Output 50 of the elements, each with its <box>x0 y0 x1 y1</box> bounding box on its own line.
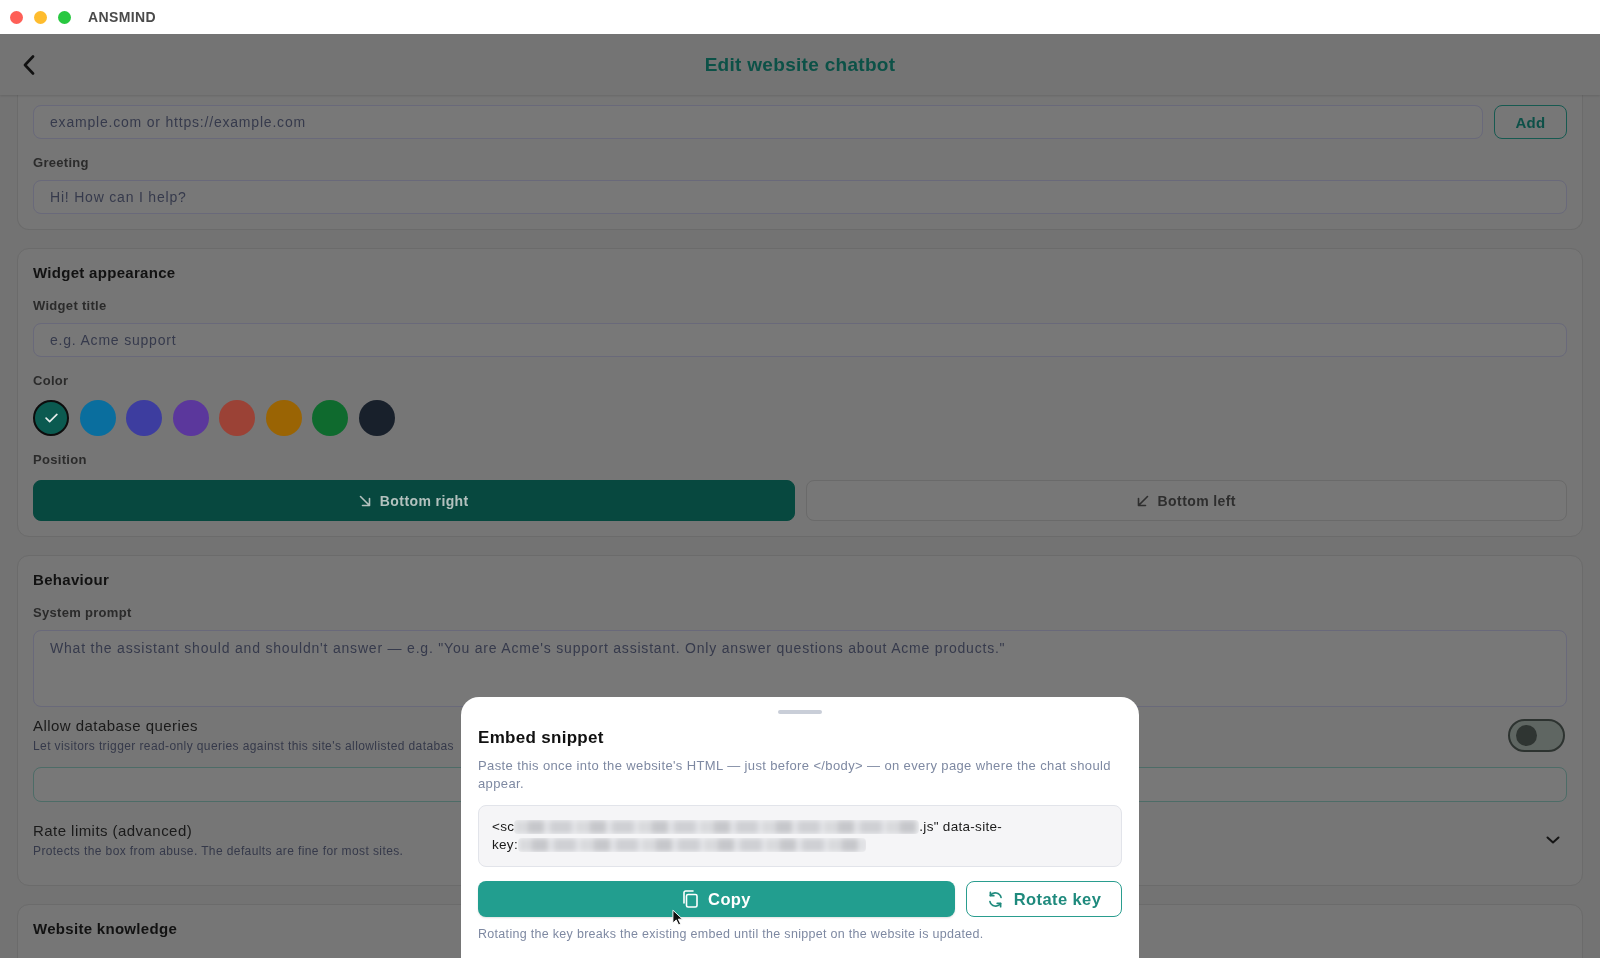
sheet-note: Rotating the key breaks the existing embed until the snippet on the website is updated. <box>478 927 985 941</box>
color-swatch-icon[interactable] <box>219 400 255 436</box>
option-description: Let visitors trigger read-only queries against this site's allowlisted databas <box>33 738 455 754</box>
position-option-button[interactable]: Bottom right <box>33 480 795 521</box>
code-text: <sc <box>492 818 515 836</box>
field-label: Greeting <box>33 155 89 171</box>
color-swatch-icon[interactable] <box>126 400 162 436</box>
color-swatch-icon[interactable] <box>172 400 209 436</box>
page-title: Edit website chatbot <box>704 53 896 76</box>
code-text: key: <box>492 836 518 854</box>
color-swatch-icon[interactable] <box>358 400 395 436</box>
option-title: Allow database queries <box>33 716 198 736</box>
check-icon <box>44 413 58 423</box>
field-label: Position <box>33 452 87 468</box>
section-heading: Behaviour <box>33 570 110 590</box>
sheet-description: Paste this once into the website's HTML — just before </body> — on every page where the chat should appear. <box>478 757 1112 793</box>
copy-button[interactable]: Copy <box>478 881 955 917</box>
minimize-window-icon[interactable] <box>34 10 47 24</box>
color-swatch-icon[interactable] <box>265 400 302 436</box>
mouse-pointer-icon <box>672 909 683 926</box>
section-heading: Widget appearance <box>33 263 176 283</box>
rotate-key-button[interactable]: Rotate key <box>966 881 1122 917</box>
position-option-button[interactable]: Bottom left <box>805 480 1567 521</box>
drag-handle-icon[interactable] <box>778 710 822 714</box>
domain-input-field[interactable]: example.com or https://example.com <box>33 105 1483 139</box>
toggle-switch[interactable] <box>1508 718 1565 752</box>
color-swatch-icon[interactable] <box>79 400 116 436</box>
arrow-down-left-icon <box>1136 494 1149 507</box>
chevron-down-icon[interactable] <box>1546 836 1560 844</box>
field-label: System prompt <box>33 605 132 621</box>
maximize-window-icon[interactable] <box>58 10 71 24</box>
arrow-down-right-icon <box>358 494 371 507</box>
field-label: Color <box>33 373 69 389</box>
section-heading: Website knowledge <box>33 919 178 939</box>
circular-arrows-icon <box>986 890 1004 908</box>
copy-icon <box>682 890 699 908</box>
sheet-title: Embed snippet <box>478 727 605 749</box>
add-button[interactable]: Add <box>1494 105 1567 139</box>
field-label: Widget title <box>33 298 107 314</box>
option-title: Rate limits (advanced) <box>33 821 193 841</box>
back-button[interactable] <box>23 54 35 75</box>
widget-title-input-field[interactable]: e.g. Acme support <box>33 323 1567 357</box>
color-swatch-icon[interactable] <box>312 400 348 436</box>
color-swatch-icon[interactable] <box>33 400 69 436</box>
chevron-left-icon <box>23 54 35 75</box>
system-prompt-field[interactable]: What the assistant should and shouldn't answer — e.g. "You are Acme's support assistant. Only answer questions about Acme products." <box>33 630 1567 707</box>
window-title: ANSMIND <box>88 9 157 25</box>
option-description: Protects the box from abuse. The defaults are fine for most sites. <box>33 843 404 859</box>
code-text: .js" data-site- <box>919 818 1003 836</box>
close-window-icon[interactable] <box>10 10 23 24</box>
